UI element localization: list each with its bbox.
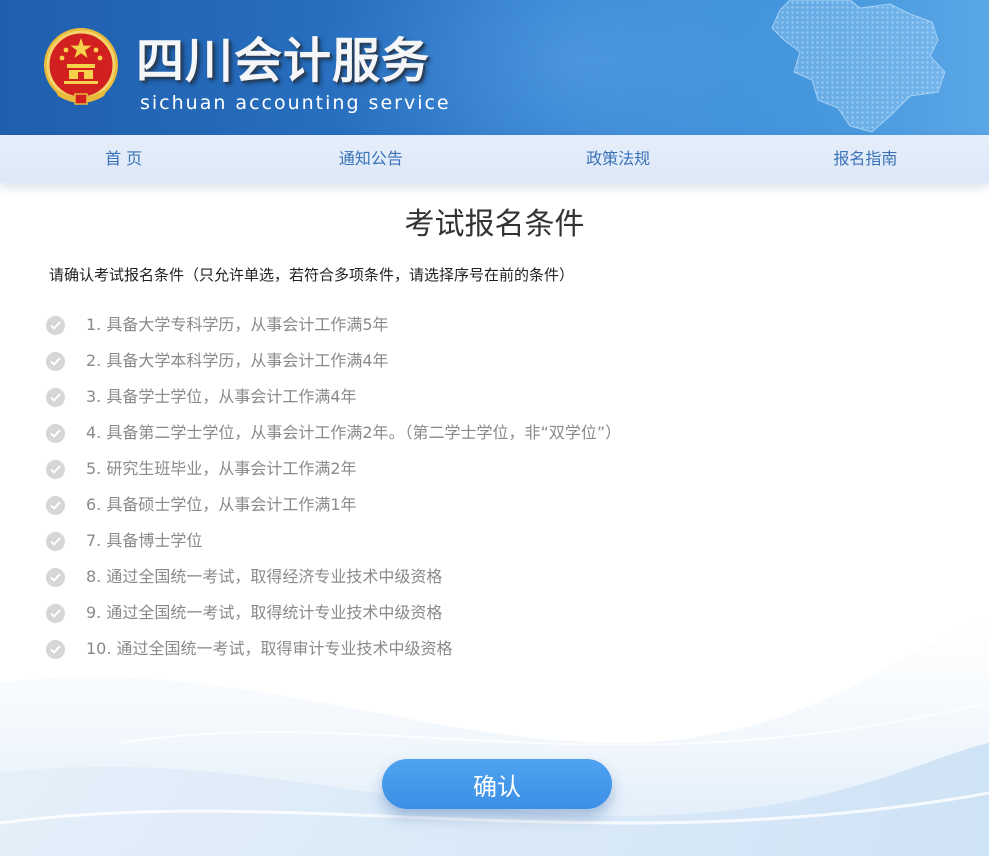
option-label: 6. 具备硕士学位，从事会计工作满1年	[86, 495, 357, 514]
option-10[interactable]: 10. 通过全国统一考试，取得审计专业技术中级资格	[46, 631, 621, 667]
option-label: 10. 通过全国统一考试，取得审计专业技术中级资格	[86, 639, 453, 658]
nav-item-policies[interactable]: 政策法规	[495, 135, 742, 183]
site-subtitle: sichuan accounting service	[140, 92, 451, 114]
nav-item-notices[interactable]: 通知公告	[247, 135, 494, 183]
option-2[interactable]: 2. 具备大学本科学历，从事会计工作满4年	[46, 343, 621, 379]
check-circle-icon[interactable]	[46, 351, 65, 371]
check-circle-icon[interactable]	[46, 639, 65, 659]
check-circle-icon[interactable]	[46, 423, 65, 443]
option-3[interactable]: 3. 具备学士学位，从事会计工作满4年	[46, 379, 621, 415]
check-circle-icon[interactable]	[46, 315, 65, 335]
page-title: 考试报名条件	[404, 207, 585, 242]
option-9[interactable]: 9. 通过全国统一考试，取得统计专业技术中级资格	[46, 595, 621, 631]
option-label: 3. 具备学士学位，从事会计工作满4年	[86, 387, 357, 406]
check-circle-icon[interactable]	[46, 531, 65, 551]
check-circle-icon[interactable]	[46, 459, 65, 479]
option-label: 1. 具备大学专科学历，从事会计工作满5年	[86, 315, 389, 334]
check-circle-icon[interactable]	[46, 495, 65, 515]
confirm-button[interactable]: 确认	[382, 759, 612, 809]
option-label: 4. 具备第二学士学位，从事会计工作满2年。（第二学士学位，非“双学位”）	[86, 423, 622, 442]
condition-options: 1. 具备大学专科学历，从事会计工作满5年 2. 具备大学本科学历，从事会计工作…	[46, 307, 621, 667]
nav-item-home[interactable]: 首 页	[0, 135, 247, 183]
option-8[interactable]: 8. 通过全国统一考试，取得经济专业技术中级资格	[46, 559, 621, 595]
option-label: 7. 具备博士学位	[86, 531, 203, 550]
main-nav: 首 页 通知公告 政策法规 报名指南	[0, 135, 989, 183]
option-5[interactable]: 5. 研究生班毕业，从事会计工作满2年	[46, 451, 621, 487]
option-label: 8. 通过全国统一考试，取得经济专业技术中级资格	[86, 567, 443, 586]
check-circle-icon[interactable]	[46, 567, 65, 587]
check-circle-icon[interactable]	[46, 603, 65, 623]
option-label: 9. 通过全国统一考试，取得统计专业技术中级资格	[86, 603, 443, 622]
sichuan-map-icon	[771, 0, 946, 133]
option-4[interactable]: 4. 具备第二学士学位，从事会计工作满2年。（第二学士学位，非“双学位”）	[46, 415, 621, 451]
site-title: 四川会计服务	[136, 33, 431, 89]
option-label: 2. 具备大学本科学历，从事会计工作满4年	[86, 351, 389, 370]
nav-item-guide[interactable]: 报名指南	[742, 135, 989, 183]
option-label: 5. 研究生班毕业，从事会计工作满2年	[86, 459, 357, 478]
instruction-text: 请确认考试报名条件（只允许单选，若符合多项条件，请选择序号在前的条件）	[49, 266, 575, 284]
site-header: 四川会计服务 sichuan accounting service	[0, 0, 989, 135]
check-circle-icon[interactable]	[46, 387, 65, 407]
option-7[interactable]: 7. 具备博士学位	[46, 523, 621, 559]
option-1[interactable]: 1. 具备大学专科学历，从事会计工作满5年	[46, 307, 621, 343]
main-content: 考试报名条件 请确认考试报名条件（只允许单选，若符合多项条件，请选择序号在前的条…	[0, 183, 989, 856]
national-emblem-icon	[44, 28, 118, 105]
option-6[interactable]: 6. 具备硕士学位，从事会计工作满1年	[46, 487, 621, 523]
